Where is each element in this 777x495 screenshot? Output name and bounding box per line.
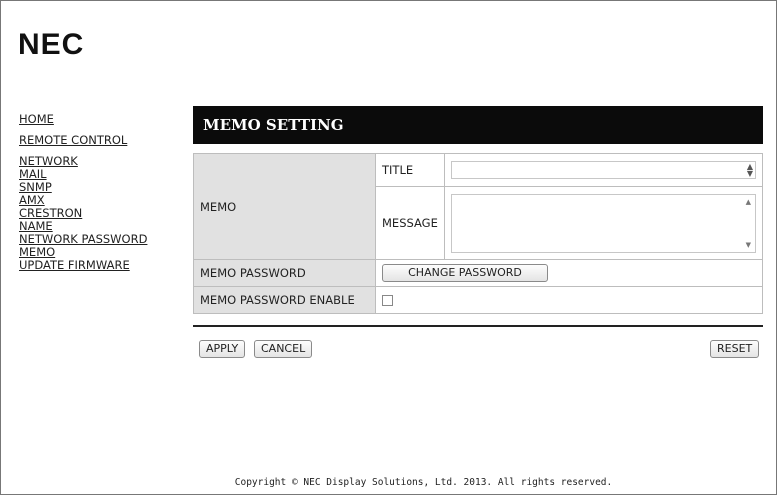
memo-password-cell: CHANGE PASSWORD xyxy=(375,259,763,287)
nec-logo: NEC xyxy=(18,28,85,61)
message-textarea[interactable]: ▲ ▼ xyxy=(450,193,756,253)
nav-home[interactable]: HOME xyxy=(19,113,147,126)
reset-button[interactable]: RESET xyxy=(710,340,760,358)
sidebar-nav: HOME REMOTE CONTROL NETWORK MAIL SNMP AM… xyxy=(19,113,147,272)
memo-password-enable-label: MEMO PASSWORD ENABLE xyxy=(193,286,376,314)
scroll-up-icon[interactable]: ▲ xyxy=(746,198,751,206)
message-cell: ▲ ▼ xyxy=(443,186,764,260)
section-title: MEMO SETTING xyxy=(193,106,763,144)
memo-password-enable-checkbox[interactable] xyxy=(382,295,393,306)
spinner-arrows-icon: ▲ ▼ xyxy=(746,162,753,178)
message-label: MESSAGE xyxy=(375,186,445,260)
nav-remote-control[interactable]: REMOTE CONTROL xyxy=(19,134,147,147)
scroll-down-icon[interactable]: ▼ xyxy=(746,241,751,249)
cancel-button[interactable]: CANCEL xyxy=(254,340,313,358)
title-label: TITLE xyxy=(375,153,445,187)
change-password-button[interactable]: CHANGE PASSWORD xyxy=(382,264,548,282)
divider xyxy=(193,325,763,327)
apply-button[interactable]: APPLY xyxy=(199,340,246,358)
memo-label: MEMO xyxy=(193,153,376,260)
memo-password-label: MEMO PASSWORD xyxy=(193,259,376,287)
nav-update-firmware[interactable]: UPDATE FIRMWARE xyxy=(19,259,147,272)
title-input[interactable]: ▲ ▼ xyxy=(450,161,756,179)
footer: Copyright © NEC Display Solutions, Ltd. … xyxy=(0,477,777,488)
title-cell: ▲ ▼ xyxy=(443,153,764,187)
memo-password-enable-cell xyxy=(375,286,763,314)
copyright-text: Copyright © NEC Display Solutions, Ltd. … xyxy=(234,477,613,488)
memo-settings-table: MEMO TITLE ▲ ▼ MESSAGE ▲ ▼ MEMO PASSWORD … xyxy=(193,153,764,314)
